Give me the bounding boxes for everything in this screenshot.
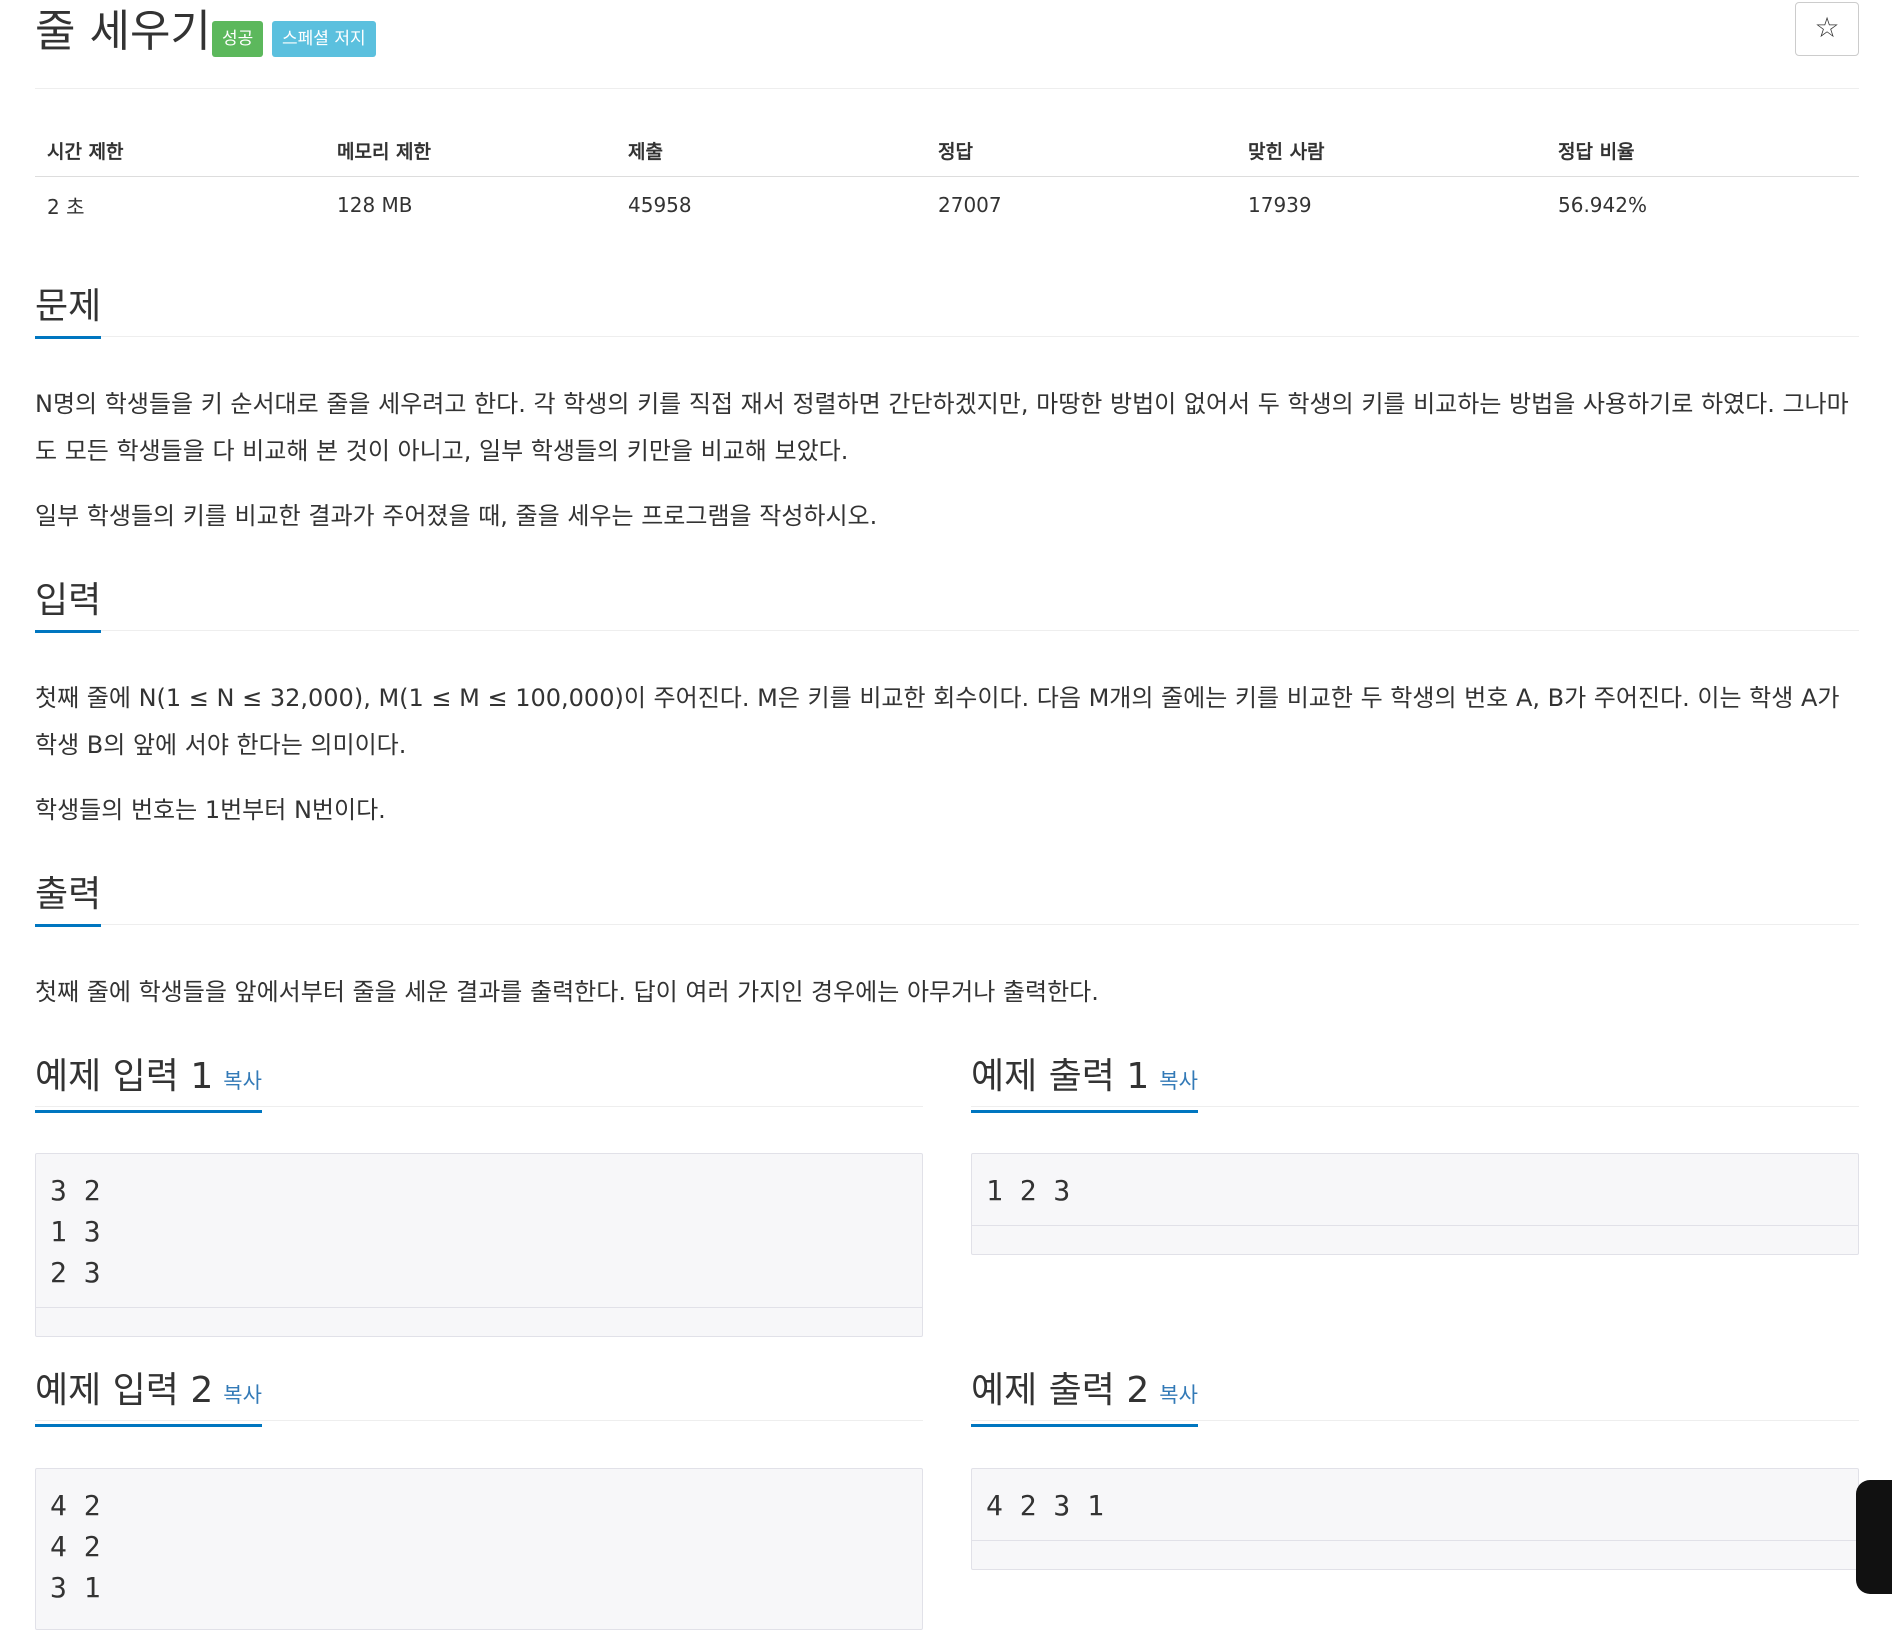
problem-description-text: N명의 학생들을 키 순서대로 줄을 세우려고 한다. 각 학생의 키를 직접 … bbox=[35, 390, 1849, 465]
value-time-limit: 2 초 bbox=[47, 194, 85, 219]
status-badge-special-judge: 스페셜 저지 bbox=[272, 21, 376, 57]
copy-sample-output-2-button[interactable]: 복사 bbox=[1159, 1383, 1198, 1407]
problem-output-text: 첫째 줄에 학생들을 앞에서부터 줄을 세운 결과를 출력한다. 답이 여러 가… bbox=[35, 978, 1099, 1006]
problem-page: 줄 세우기 성공 스페셜 저지 ☆ 시간 제한 메모리 제한 제출 정답 맞힌 … bbox=[35, 0, 1859, 1630]
page-title: 줄 세우기 bbox=[35, 6, 211, 57]
problem-description-text-2: 일부 학생들의 키를 비교한 결과가 주어졌을 때, 줄을 세우는 프로그램을 … bbox=[35, 502, 878, 530]
copy-sample-input-2-button[interactable]: 복사 bbox=[223, 1383, 262, 1407]
sample-input-1-box: 3 2 1 3 2 3 bbox=[35, 1153, 923, 1337]
sample-output-2-data: 4 2 3 1 bbox=[986, 1489, 1105, 1522]
section-title-output: 출력 bbox=[35, 868, 102, 927]
section-title-input: 입력 bbox=[35, 574, 102, 633]
sample-output-2-headline: 예제 출력 2 복사 bbox=[971, 1364, 1859, 1427]
star-icon: ☆ bbox=[1814, 11, 1840, 44]
sample-output-1-headline: 예제 출력 1 복사 bbox=[971, 1050, 1859, 1113]
header-time-limit: 시간 제한 bbox=[35, 124, 325, 177]
sample-input-1-data: 3 2 1 3 2 3 bbox=[50, 1174, 101, 1289]
value-submissions: 45958 bbox=[628, 193, 692, 217]
copy-sample-input-1-button[interactable]: 복사 bbox=[223, 1069, 262, 1093]
sample-output-1-data: 1 2 3 bbox=[986, 1174, 1071, 1207]
sample-box-footer bbox=[972, 1540, 1858, 1569]
star-button[interactable]: ☆ bbox=[1795, 2, 1859, 56]
problem-input-text-2: 학생들의 번호는 1번부터 N번이다. bbox=[35, 796, 386, 824]
problem-input-text: 첫째 줄에 N(1 ≤ N ≤ 32,000), M(1 ≤ M ≤ 100,0… bbox=[35, 684, 1840, 759]
sample-input-2-title: 예제 입력 2 bbox=[35, 1370, 214, 1411]
value-accepted: 27007 bbox=[938, 193, 1002, 217]
copy-sample-output-1-button[interactable]: 복사 bbox=[1159, 1069, 1198, 1093]
sample-output-2-box: 4 2 3 1 bbox=[971, 1468, 1859, 1570]
problem-input-headline: 입력 bbox=[35, 574, 1859, 633]
section-title-problem: 문제 bbox=[35, 280, 102, 339]
status-badge-success: 성공 bbox=[212, 21, 264, 57]
info-value-row: 2 초 128 MB 45958 27007 17939 56.942% bbox=[35, 177, 1859, 234]
value-memory-limit: 128 MB bbox=[337, 193, 413, 217]
sample-output-2-title: 예제 출력 2 bbox=[971, 1370, 1150, 1411]
problem-header: 줄 세우기 성공 스페셜 저지 ☆ bbox=[35, 0, 1859, 89]
header-submissions: 제출 bbox=[616, 124, 926, 177]
sample-output-1-title: 예제 출력 1 bbox=[971, 1056, 1150, 1097]
value-solved-users: 17939 bbox=[1248, 193, 1312, 217]
sample-input-2-headline: 예제 입력 2 복사 bbox=[35, 1364, 923, 1427]
header-solved-users: 맞힌 사람 bbox=[1236, 124, 1546, 177]
sample-box-footer bbox=[972, 1225, 1858, 1254]
floating-side-tab[interactable] bbox=[1856, 1480, 1892, 1594]
problem-description-headline: 문제 bbox=[35, 280, 1859, 339]
header-accepted: 정답 bbox=[926, 124, 1236, 177]
sample-input-2-data: 4 2 4 2 3 1 bbox=[50, 1489, 101, 1604]
sample-input-1-headline: 예제 입력 1 복사 bbox=[35, 1050, 923, 1113]
header-accept-ratio: 정답 비율 bbox=[1546, 124, 1859, 177]
sample-input-1-title: 예제 입력 1 bbox=[35, 1056, 214, 1097]
sample-box-footer bbox=[36, 1307, 922, 1336]
info-header-row: 시간 제한 메모리 제한 제출 정답 맞힌 사람 정답 비율 bbox=[35, 124, 1859, 177]
value-accept-ratio: 56.942% bbox=[1558, 193, 1647, 217]
problem-info-table: 시간 제한 메모리 제한 제출 정답 맞힌 사람 정답 비율 2 초 128 M… bbox=[35, 124, 1859, 233]
problem-output-headline: 출력 bbox=[35, 868, 1859, 927]
sample-output-1-box: 1 2 3 bbox=[971, 1153, 1859, 1255]
sample-input-2-box: 4 2 4 2 3 1 bbox=[35, 1468, 923, 1630]
header-memory-limit: 메모리 제한 bbox=[325, 124, 616, 177]
